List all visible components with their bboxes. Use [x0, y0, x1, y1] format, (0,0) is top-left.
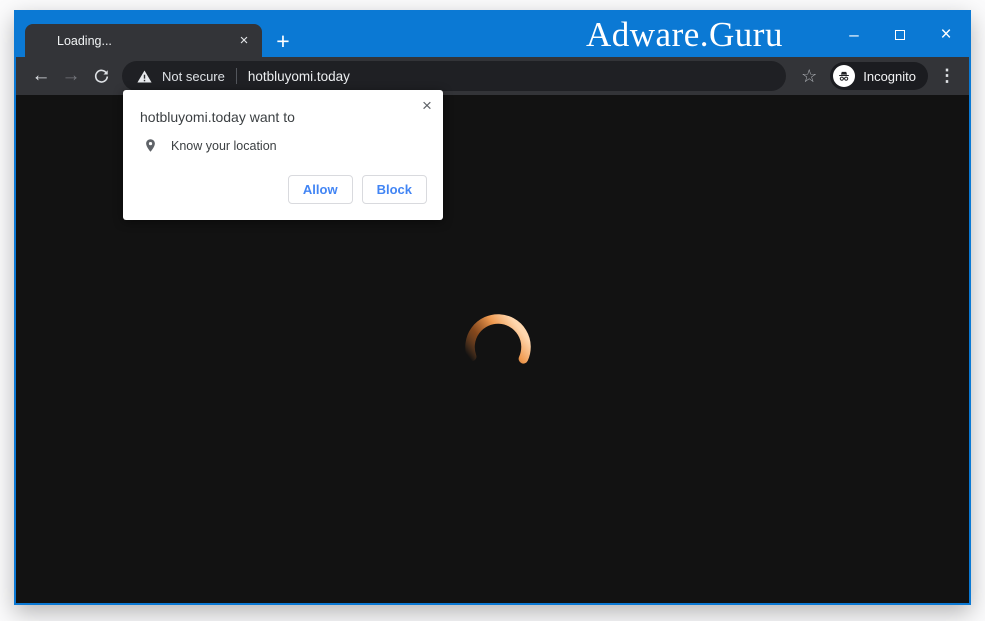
window-close-button[interactable]: × [923, 12, 969, 57]
watermark-title: Adware.Guru [586, 12, 783, 57]
maximize-icon [895, 30, 905, 40]
dialog-close-icon[interactable]: × [417, 95, 437, 115]
incognito-icon [833, 65, 855, 87]
back-button[interactable]: ← [26, 61, 56, 91]
location-pin-icon [143, 138, 158, 153]
tab-title: Loading... [57, 34, 233, 48]
dialog-buttons: Allow Block [288, 175, 427, 204]
new-tab-button[interactable]: + [269, 27, 297, 55]
maximize-button[interactable] [877, 12, 923, 57]
url-text[interactable]: hotbluyomi.today [248, 69, 350, 84]
bookmark-star-icon[interactable]: ☆ [796, 63, 822, 89]
block-button[interactable]: Block [362, 175, 427, 204]
loading-spinner [458, 307, 538, 387]
dialog-title: hotbluyomi.today want to [140, 109, 295, 125]
titlebar: Loading... × + Adware.Guru – × [16, 12, 969, 57]
tab-close-icon[interactable]: × [233, 30, 255, 52]
not-secure-warning-icon [136, 68, 153, 85]
permission-dialog: × hotbluyomi.today want to Know your loc… [123, 90, 443, 220]
forward-button[interactable]: → [56, 61, 86, 91]
omnibox-divider [236, 68, 237, 84]
reload-icon [93, 68, 110, 85]
minimize-button[interactable]: – [831, 12, 877, 57]
tab-loading[interactable]: Loading... × [25, 24, 262, 57]
reload-button[interactable] [86, 61, 116, 91]
window-controls: – × [831, 12, 969, 57]
permission-request-row: Know your location [143, 138, 277, 153]
allow-button[interactable]: Allow [288, 175, 353, 204]
security-chip-label[interactable]: Not secure [162, 69, 225, 84]
incognito-badge: Incognito [830, 62, 928, 90]
incognito-label: Incognito [863, 69, 916, 84]
browser-window: Loading... × + Adware.Guru – × ← → [14, 10, 971, 605]
address-bar[interactable]: Not secure hotbluyomi.today [122, 61, 786, 91]
permission-request-label: Know your location [171, 139, 277, 153]
kebab-menu-icon[interactable]: ⋮ [935, 61, 959, 91]
